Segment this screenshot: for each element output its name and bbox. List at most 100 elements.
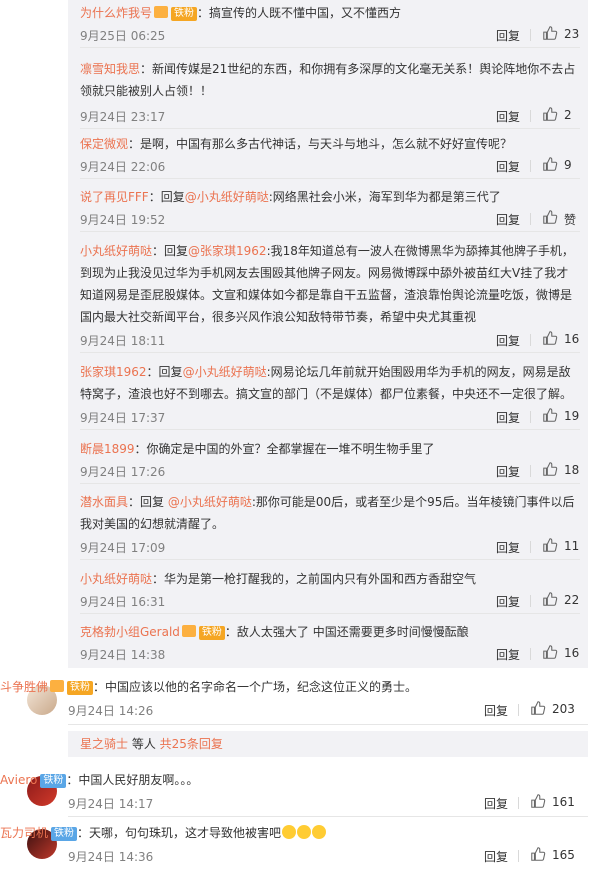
sub-reply: 小丸纸好萌哒：华为是第一枪打醒我的，之前国内只有外国和西方香甜空气 9月24日 1… xyxy=(80,561,580,614)
reply-button[interactable]: 回复 xyxy=(496,463,520,480)
fan-badge: 铁粉 xyxy=(67,681,94,695)
reply-content: ：搞宣传的人既不懂中国，又不懂西方 xyxy=(197,6,402,20)
mention-link[interactable]: @小丸纸好萌哒 xyxy=(185,190,269,204)
divider xyxy=(530,595,531,607)
mention-link[interactable]: @小丸纸好萌哒 xyxy=(168,495,252,509)
reply-content: ：敌人太强大了 中国还需要更多时间慢慢酝酿 xyxy=(224,625,469,639)
reply-button[interactable]: 回复 xyxy=(496,158,520,175)
username-link[interactable]: 凛雪知我思 xyxy=(80,62,140,76)
emoji-icon xyxy=(297,825,312,839)
reply-button[interactable]: 回复 xyxy=(484,848,508,865)
username-link[interactable]: 斗争胜佛 xyxy=(0,680,48,694)
comment-meta: 9月24日 14:36 回复 165 xyxy=(68,846,588,866)
sub-reply: 保定微观：是啊，中国有那么多古代神话，与天斗与地斗，怎么就不好好宣传呢？ 9月24… xyxy=(80,126,580,179)
sub-reply: 小丸纸好萌哒：回复@张家琪1962:我18年知道总有一波人在微博黑华为舔捧其他牌… xyxy=(80,232,580,353)
reply-button[interactable]: 回复 xyxy=(484,795,508,812)
reply-button[interactable]: 回复 xyxy=(496,646,520,663)
divider xyxy=(68,724,588,725)
reply-content: ：华为是第一枪打醒我的，之前国内只有外国和西方香甜空气 xyxy=(152,572,477,586)
like-count: 16 xyxy=(564,332,580,346)
comment-meta: 9月24日 14:17 回复 161 xyxy=(68,793,588,813)
comment-meta: 9月24日 23:17 回复 2 xyxy=(80,106,580,126)
mention-link[interactable]: @小丸纸好萌哒 xyxy=(183,365,267,379)
emoji-icon xyxy=(312,825,327,839)
more-replies-count[interactable]: 共25条回复 xyxy=(160,737,223,751)
comment-content: ：中国人民好朋友啊。。。 xyxy=(66,773,199,787)
reply-content: ：你确定是中国的外宣？全都掌握在一堆不明生物手里了 xyxy=(134,442,435,456)
reply-button[interactable]: 回复 xyxy=(496,108,520,125)
thumbs-up-icon[interactable] xyxy=(530,700,548,718)
reply-button[interactable]: 回复 xyxy=(496,27,520,44)
timestamp: 9月24日 14:26 xyxy=(68,704,154,718)
comment-text: 斗争胜佛 铁粉 ：中国应该以他的名字命名一个广场，纪念这位正义的勇士。 xyxy=(0,678,611,695)
reply-button[interactable]: 回复 xyxy=(496,593,520,610)
reply-content: :网络黑社会小米，海军到华为都是第三代了 xyxy=(268,190,501,204)
username-link[interactable]: 为什么炸我号 xyxy=(80,6,152,20)
comment-meta: 9月24日 17:26 回复 18 xyxy=(80,461,580,481)
reply-button[interactable]: 回复 xyxy=(496,409,520,426)
fan-badge: 铁粉 xyxy=(51,827,78,841)
timestamp: 9月24日 17:26 xyxy=(80,465,166,479)
username-link[interactable]: 说了再见FFF xyxy=(80,190,149,204)
thumbs-up-icon[interactable] xyxy=(542,537,560,555)
like-count: 赞 xyxy=(564,213,577,227)
username-link[interactable]: 克格勃小组Gerald xyxy=(80,625,180,639)
divider xyxy=(530,29,531,41)
reply-button[interactable]: 回复 xyxy=(496,332,520,349)
divider xyxy=(518,797,519,809)
comment-meta: 9月24日 19:52 回复 赞 xyxy=(80,209,580,229)
timestamp: 9月24日 22:06 xyxy=(80,160,166,174)
comment-meta: 9月24日 17:37 回复 19 xyxy=(80,407,580,427)
username-link[interactable]: 张家琪1962 xyxy=(80,365,147,379)
username-link[interactable]: 保定微观 xyxy=(80,137,128,151)
thumbs-up-icon[interactable] xyxy=(542,156,560,174)
reply-button[interactable]: 回复 xyxy=(484,702,508,719)
reply-text: 凛雪知我思：新闻传媒是21世纪的东西，和你拥有多深厚的文化毫无关系！舆论阵地你不… xyxy=(80,58,576,102)
thumbs-up-icon[interactable] xyxy=(542,461,560,479)
divider xyxy=(68,816,588,817)
divider xyxy=(530,648,531,660)
timestamp: 9月24日 14:38 xyxy=(80,648,166,662)
thumbs-up-icon[interactable] xyxy=(542,25,560,43)
thumbs-up-icon[interactable] xyxy=(530,793,548,811)
thumbs-up-icon[interactable] xyxy=(542,106,560,124)
reply-button[interactable]: 回复 xyxy=(496,539,520,556)
more-replies-link[interactable]: 星之骑士 等人 共25条回复 xyxy=(68,731,588,757)
comment-text: Aviero 铁粉 ：中国人民好朋友啊。。。 xyxy=(0,771,611,788)
reply-content: ：新闻传媒是21世纪的东西，和你拥有多深厚的文化毫无关系！舆论阵地你不去占领就只… xyxy=(80,62,576,98)
vip-icon xyxy=(154,6,169,18)
comment-meta: 9月24日 18:11 回复 16 xyxy=(80,330,580,350)
username-link[interactable]: 断晨1899 xyxy=(80,442,135,456)
comment-text: 瓦力司机 铁粉 ：天哪，句句珠玑，这才导致他被害吧 xyxy=(0,824,611,841)
fan-badge: 铁粉 xyxy=(171,7,198,21)
reply-content: ：回复 xyxy=(128,495,168,509)
username-link[interactable]: 瓦力司机 xyxy=(0,826,48,840)
sub-reply: 克格勃小组Gerald 铁粉 ：敌人太强大了 中国还需要更多时间慢慢酝酿 9月24日 … xyxy=(80,614,580,666)
more-replies-user[interactable]: 星之骑士 xyxy=(80,737,128,751)
username-link[interactable]: 小丸纸好萌哒 xyxy=(80,244,152,258)
like-count: 161 xyxy=(552,795,575,809)
sub-reply: 说了再见FFF：回复@小丸纸好萌哒:网络黑社会小米，海军到华为都是第三代了 9月2… xyxy=(80,179,580,232)
reply-text: 小丸纸好萌哒：回复@张家琪1962:我18年知道总有一波人在微博黑华为舔捧其他牌… xyxy=(80,240,576,328)
thumbs-up-icon[interactable] xyxy=(530,846,548,864)
divider xyxy=(530,334,531,346)
timestamp: 9月24日 23:17 xyxy=(80,110,166,124)
divider xyxy=(518,850,519,862)
thumbs-up-icon[interactable] xyxy=(542,591,560,609)
mention-link[interactable]: @张家琪1962 xyxy=(188,244,267,258)
reply-button[interactable]: 回复 xyxy=(496,211,520,228)
like-count: 18 xyxy=(564,463,580,477)
username-link[interactable]: Aviero xyxy=(0,773,37,787)
username-link[interactable]: 潜水面具 xyxy=(80,495,128,509)
thumbs-up-icon[interactable] xyxy=(542,644,560,662)
thumbs-up-icon[interactable] xyxy=(542,209,560,227)
thumbs-up-icon[interactable] xyxy=(542,330,560,348)
username-link[interactable]: 小丸纸好萌哒 xyxy=(80,572,152,586)
reply-content: ：回复 xyxy=(148,190,185,204)
comment-meta: 9月24日 16:31 回复 22 xyxy=(80,591,580,611)
timestamp: 9月24日 17:09 xyxy=(80,541,166,555)
timestamp: 9月24日 14:36 xyxy=(68,850,154,864)
more-replies-mid: 等人 xyxy=(128,737,160,751)
like-count: 22 xyxy=(564,593,580,607)
thumbs-up-icon[interactable] xyxy=(542,407,560,425)
